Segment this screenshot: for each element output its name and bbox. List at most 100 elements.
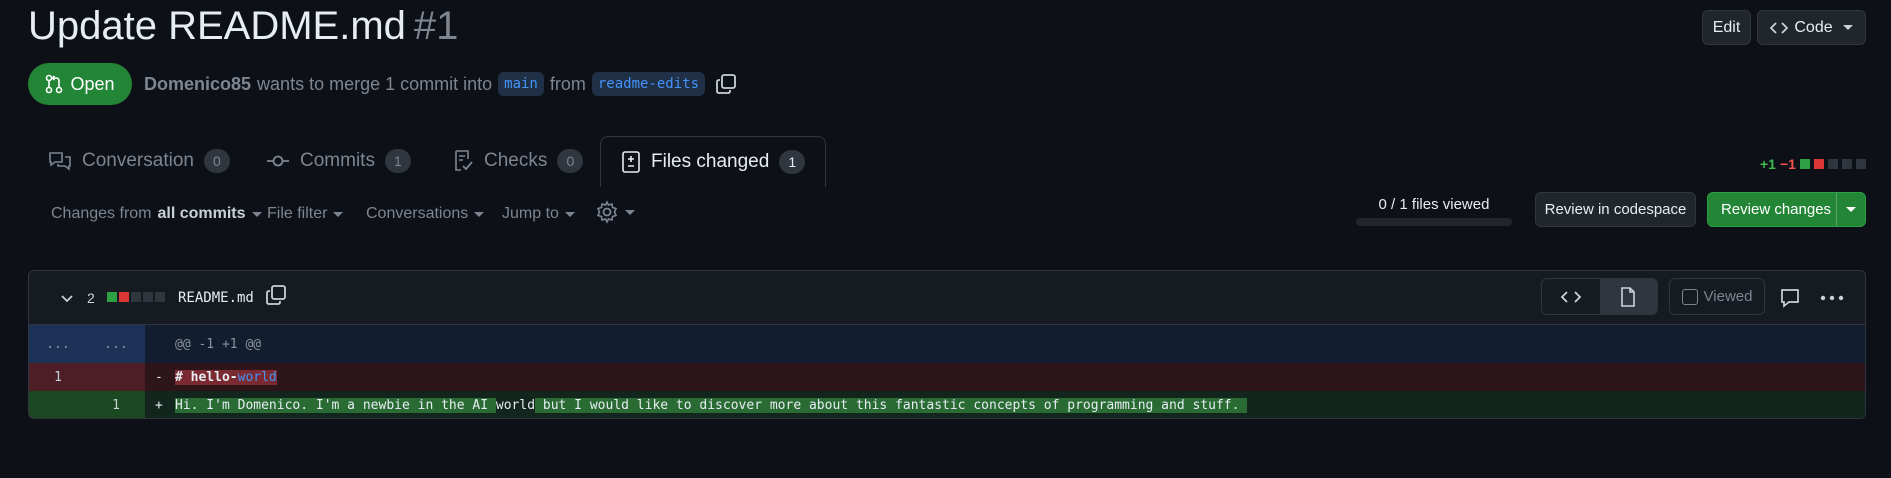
- pr-title-text: Update README.md: [28, 4, 406, 48]
- copy-icon[interactable]: [265, 284, 287, 306]
- pull-request-icon: [46, 74, 63, 94]
- checklist-icon: [455, 150, 473, 171]
- author-link[interactable]: Domenico85: [144, 74, 251, 95]
- deletions-count: −1: [1779, 156, 1796, 172]
- all-commits-label: all commits: [157, 205, 246, 222]
- merge-text: wants to merge 1 commit into: [257, 73, 493, 94]
- settings-dropdown[interactable]: [595, 200, 635, 224]
- tab-files-changed[interactable]: Files changed 1: [600, 136, 827, 187]
- code-button[interactable]: Code: [1757, 10, 1866, 45]
- from-text: from: [549, 73, 586, 94]
- hunk-header: @@ -1 +1 @@: [175, 336, 262, 352]
- rich-view-button[interactable]: [1599, 279, 1657, 314]
- chevron-down-icon: [625, 209, 635, 215]
- file-icon: [1621, 286, 1636, 307]
- files-viewed-count: 0 / 1 files viewed: [1378, 196, 1490, 213]
- diff-sign: -: [155, 369, 163, 385]
- diffstat-block: [107, 292, 117, 302]
- diff-sign: +: [155, 398, 163, 413]
- new-line-number: [87, 363, 145, 391]
- status-badge: Open: [28, 63, 132, 105]
- tab-label: Checks: [484, 150, 548, 171]
- diffstat-block: [1813, 159, 1824, 169]
- diffstat-block: [1827, 159, 1838, 169]
- deleted-text: # hello-: [175, 369, 238, 385]
- added-text-highlight: Hi. I'm Domenico. I'm a newbie in the AI: [175, 398, 496, 413]
- diffstat-block: [1841, 159, 1852, 169]
- copy-icon[interactable]: [715, 73, 737, 95]
- old-line-number: [29, 391, 87, 418]
- jump-to-label: Jump to: [502, 205, 559, 222]
- tab-conversation[interactable]: Conversation 0: [48, 136, 230, 186]
- review-changes-label: Review changes: [1720, 201, 1832, 218]
- gear-icon: [596, 200, 618, 224]
- hunk-header-row: ... ... @@ -1 +1 @@: [29, 325, 1865, 363]
- edit-button[interactable]: Edit: [1702, 10, 1751, 45]
- file-filter-dropdown[interactable]: File filter: [267, 205, 344, 223]
- tab-count: 1: [779, 150, 806, 174]
- status-label: Open: [70, 73, 115, 94]
- file-filter-label: File filter: [267, 205, 328, 222]
- review-in-codespace-label: Review in codespace: [1544, 201, 1687, 218]
- review-in-codespace-button[interactable]: Review in codespace: [1535, 192, 1696, 227]
- changes-from-dropdown[interactable]: Changes from all commits: [51, 205, 262, 223]
- tab-label: Files changed: [651, 151, 770, 172]
- file-diff: 2 README.md Viewed ... ... @@ -1 +1 @@ 1…: [28, 270, 1866, 419]
- chevron-down-icon: [251, 211, 262, 217]
- changes-count: 2: [87, 290, 95, 306]
- diffstat-block: [119, 292, 129, 302]
- file-header: 2 README.md Viewed: [29, 271, 1865, 325]
- line-number[interactable]: ...: [87, 325, 145, 363]
- base-branch[interactable]: main: [498, 72, 544, 96]
- tab-count: 0: [557, 149, 584, 173]
- conversations-dropdown[interactable]: Conversations: [366, 205, 485, 223]
- conversations-label: Conversations: [366, 205, 469, 222]
- pr-meta: Domenico85 wants to merge 1 commit into …: [144, 72, 737, 96]
- commit-icon: [267, 155, 289, 167]
- checkbox-icon: [1681, 288, 1698, 305]
- chevron-down-icon[interactable]: [1837, 207, 1865, 212]
- tab-count: 0: [203, 149, 230, 173]
- files-viewed-progress: [1356, 218, 1512, 226]
- additions-count: +1: [1760, 156, 1776, 172]
- new-line-number[interactable]: 1: [87, 391, 145, 418]
- comment-icon[interactable]: [1779, 287, 1801, 309]
- diffstat-block: [131, 292, 141, 302]
- tab-label: Conversation: [82, 150, 194, 171]
- deleted-text-highlight: world: [237, 369, 277, 385]
- viewed-checkbox[interactable]: Viewed: [1669, 278, 1765, 315]
- chevron-down-icon: [1842, 25, 1853, 30]
- chevron-down-icon: [333, 211, 344, 217]
- pr-number: #1: [413, 4, 459, 48]
- jump-to-dropdown[interactable]: Jump to: [502, 205, 575, 223]
- review-changes-button[interactable]: Review changes: [1707, 192, 1866, 227]
- added-text: world: [495, 398, 536, 413]
- comment-discussion-icon: [49, 152, 71, 171]
- view-toggle: [1541, 278, 1658, 315]
- line-number[interactable]: ...: [29, 325, 87, 363]
- tab-count: 1: [384, 149, 411, 173]
- deleted-line-code: # hello-world: [175, 363, 277, 391]
- file-diff-icon: [622, 151, 640, 173]
- tab-commits[interactable]: Commits 1: [266, 136, 411, 186]
- file-diffstat: [107, 292, 165, 302]
- file-name[interactable]: README.md: [178, 290, 254, 306]
- viewed-label: Viewed: [1703, 288, 1753, 305]
- chevron-down-icon: [564, 211, 575, 217]
- source-view-button[interactable]: [1542, 279, 1600, 314]
- diffstat-block: [143, 292, 153, 302]
- changes-from-label: Changes from: [51, 205, 152, 222]
- chevron-down-icon[interactable]: [59, 291, 75, 307]
- chevron-down-icon: [474, 211, 485, 217]
- tab-checks[interactable]: Checks 0: [452, 136, 584, 186]
- diffstat-block: [1855, 159, 1866, 169]
- code-button-label: Code: [1794, 18, 1833, 36]
- added-line-row: 1 + Hi. I'm Domenico. I'm a newbie in th…: [29, 391, 1865, 418]
- diffstat: +1 −1: [1760, 156, 1866, 172]
- added-text-highlight: but I would like to discover more about …: [535, 398, 1248, 413]
- tab-label: Commits: [300, 150, 375, 171]
- head-branch[interactable]: readme-edits: [591, 72, 706, 96]
- old-line-number[interactable]: 1: [29, 363, 87, 391]
- code-icon: [1560, 290, 1582, 303]
- kebab-menu-icon[interactable]: [1819, 287, 1845, 309]
